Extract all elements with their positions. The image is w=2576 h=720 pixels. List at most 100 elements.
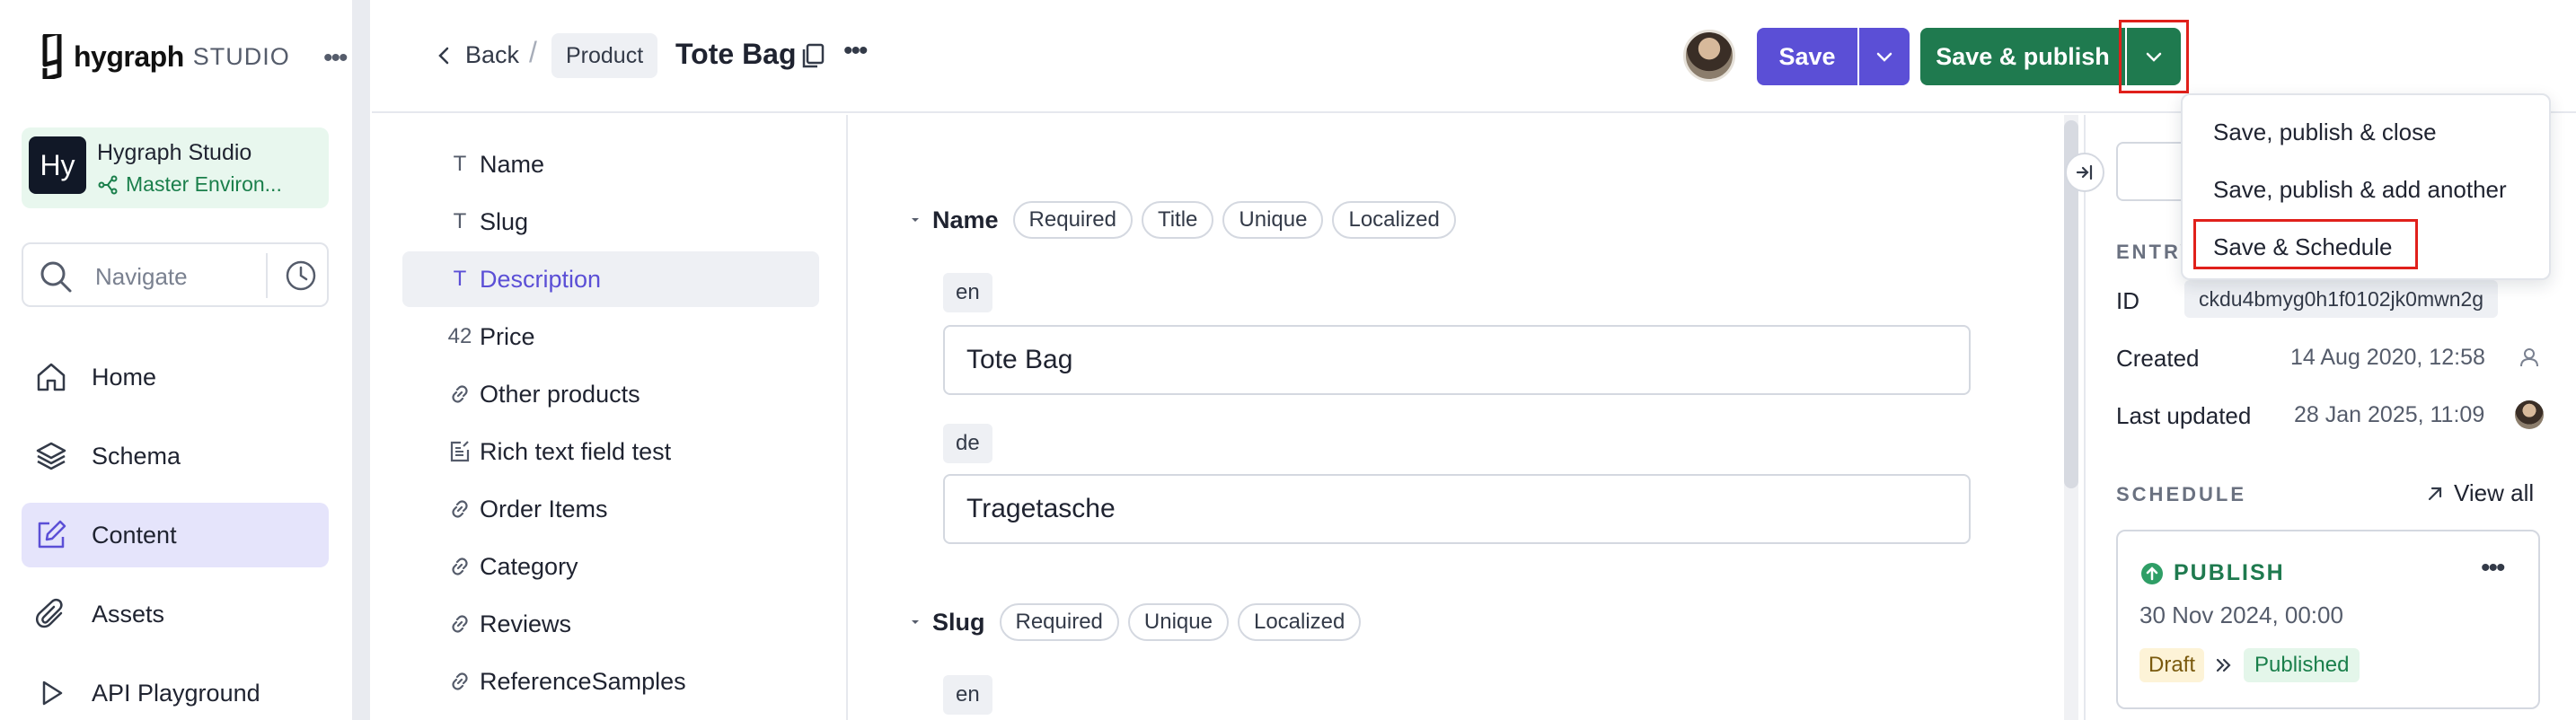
tag-required: Required [999, 603, 1119, 641]
breadcrumb-model[interactable]: Product [551, 33, 658, 78]
section-label: Slug [932, 608, 985, 636]
nav-label-content: Content [92, 521, 177, 549]
updated-date: 28 Jan 2025, 11:09 [2294, 402, 2485, 427]
field-item-price[interactable]: 42 Price [402, 309, 819, 364]
tag-localized: Localized [1332, 201, 1456, 239]
user-avatar[interactable] [1683, 30, 1735, 82]
field-label: Name [480, 150, 545, 178]
nav-item-schema[interactable]: Schema [22, 424, 329, 488]
field-item-order-items[interactable]: Order Items [402, 481, 819, 537]
locale-chip-en: en [943, 273, 992, 312]
entry-more-icon[interactable]: ••• [843, 36, 868, 66]
save-button[interactable]: Save [1757, 28, 1857, 85]
entry-form: Name Required Title Unique Localized en … [850, 115, 2078, 720]
project-name: Hygraph Studio [97, 140, 252, 165]
field-navigation: T Name T Slug T Description 42 Price Oth… [372, 115, 848, 720]
text-field-icon: T [453, 152, 467, 176]
hygraph-logo-icon [42, 34, 62, 79]
field-item-slug[interactable]: T Slug [402, 194, 819, 250]
environment-selector[interactable]: Master Environ... [97, 172, 282, 197]
nav-item-content[interactable]: Content [22, 503, 329, 567]
field-item-description[interactable]: T Description [402, 251, 819, 307]
highlight-box-save-schedule [2193, 219, 2418, 269]
slug-section-header[interactable]: Slug Required Unique Localized [907, 603, 1362, 641]
view-all-label: View all [2454, 479, 2535, 506]
layers-icon [36, 442, 66, 470]
schedule-date: 30 Nov 2024, 00:00 [2139, 601, 2343, 628]
history-icon[interactable] [284, 259, 318, 293]
play-icon [42, 680, 63, 706]
tag-title: Title [1141, 201, 1214, 239]
section-label: Name [932, 206, 999, 233]
brand-name: hygraph [74, 40, 184, 73]
brand-studio: STUDIO [192, 42, 290, 70]
locale-chip-en: en [943, 675, 992, 715]
menu-item-save-publish-close[interactable]: Save, publish & close [2213, 119, 2437, 146]
nav-item-home[interactable]: Home [22, 345, 329, 409]
schedule-more-icon[interactable]: ••• [2481, 553, 2505, 584]
scheduled-release-card[interactable]: PUBLISH ••• 30 Nov 2024, 00:00 Draft Pub… [2116, 530, 2540, 709]
brand-logo[interactable]: hygraph STUDIO [36, 34, 290, 79]
paperclip-icon [35, 598, 63, 628]
sidebar-more-icon[interactable]: ••• [323, 43, 348, 74]
name-de-input[interactable]: Tragetasche [943, 474, 1971, 544]
link-icon [447, 611, 472, 637]
search-divider [266, 253, 268, 298]
menu-item-save-publish-add[interactable]: Save, publish & add another [2213, 176, 2507, 204]
collapse-sidebar-button[interactable] [2065, 153, 2104, 192]
chevron-down-icon [1876, 52, 1892, 62]
field-label: ReferenceSamples [480, 667, 686, 695]
edit-square-icon [38, 520, 66, 549]
link-icon [447, 382, 472, 407]
status-badge-draft: Draft [2139, 648, 2205, 682]
collapse-right-icon [2076, 164, 2093, 180]
nav-label-api-playground: API Playground [92, 679, 260, 707]
field-item-reviews[interactable]: Reviews [402, 596, 819, 652]
updater-avatar [2515, 400, 2544, 429]
view-all-link[interactable]: View all [2425, 479, 2534, 507]
field-label: Slug [480, 207, 529, 235]
name-section-header[interactable]: Name Required Title Unique Localized [907, 201, 1456, 239]
back-label: Back [465, 41, 520, 68]
field-item-other-products[interactable]: Other products [402, 366, 819, 422]
sidebar-scrollbar[interactable] [352, 0, 370, 720]
back-button[interactable]: Back [435, 41, 519, 69]
text-field-icon: T [453, 209, 467, 233]
field-label: Reviews [480, 610, 572, 637]
text-field-icon: T [453, 267, 467, 291]
environment-name: Master Environ... [126, 172, 282, 196]
navigate-search[interactable]: Navigate [22, 242, 329, 307]
name-en-input[interactable]: Tote Bag [943, 325, 1971, 395]
upload-cloud-icon [2141, 562, 2163, 584]
project-switcher[interactable]: Hy Hygraph Studio Master Environ... [22, 127, 329, 208]
field-item-rich-text[interactable]: Rich text field test [402, 424, 819, 479]
number-field-icon: 42 [447, 324, 472, 348]
field-item-reference-samples[interactable]: ReferenceSamples [402, 654, 819, 709]
schedule-action-label: PUBLISH [2174, 560, 2285, 585]
caret-down-icon [912, 218, 919, 222]
field-label: Rich text field test [480, 437, 672, 465]
app-sidebar: hygraph STUDIO ••• Hy Hygraph Studio Mas… [0, 0, 356, 720]
save-publish-button[interactable]: Save & publish [1920, 28, 2125, 85]
caret-down-icon [912, 620, 919, 624]
double-chevron-right-icon [2216, 658, 2231, 672]
copy-icon[interactable] [799, 42, 826, 69]
entry-id[interactable]: ckdu4bmyg0h1f0102jk0mwn2g [2184, 280, 2499, 318]
field-item-category[interactable]: Category [402, 539, 819, 594]
nav-item-assets[interactable]: Assets [22, 582, 329, 646]
schedule-action: PUBLISH [2139, 560, 2285, 586]
schedule-status-transition: Draft Published [2139, 648, 2360, 682]
link-icon [447, 554, 472, 579]
person-icon [2520, 348, 2538, 367]
id-label: ID [2116, 287, 2139, 314]
link-icon [447, 669, 472, 694]
locale-chip-de: de [943, 424, 992, 463]
field-label: Price [480, 322, 535, 350]
field-label: Description [480, 265, 602, 293]
field-item-name[interactable]: T Name [402, 136, 819, 192]
highlight-box-publish-caret [2119, 20, 2189, 93]
field-label: Other products [480, 380, 640, 408]
save-options-button[interactable] [1859, 28, 1910, 85]
nav-item-api-playground[interactable]: API Playground [22, 661, 329, 720]
project-avatar: Hy [29, 136, 86, 194]
